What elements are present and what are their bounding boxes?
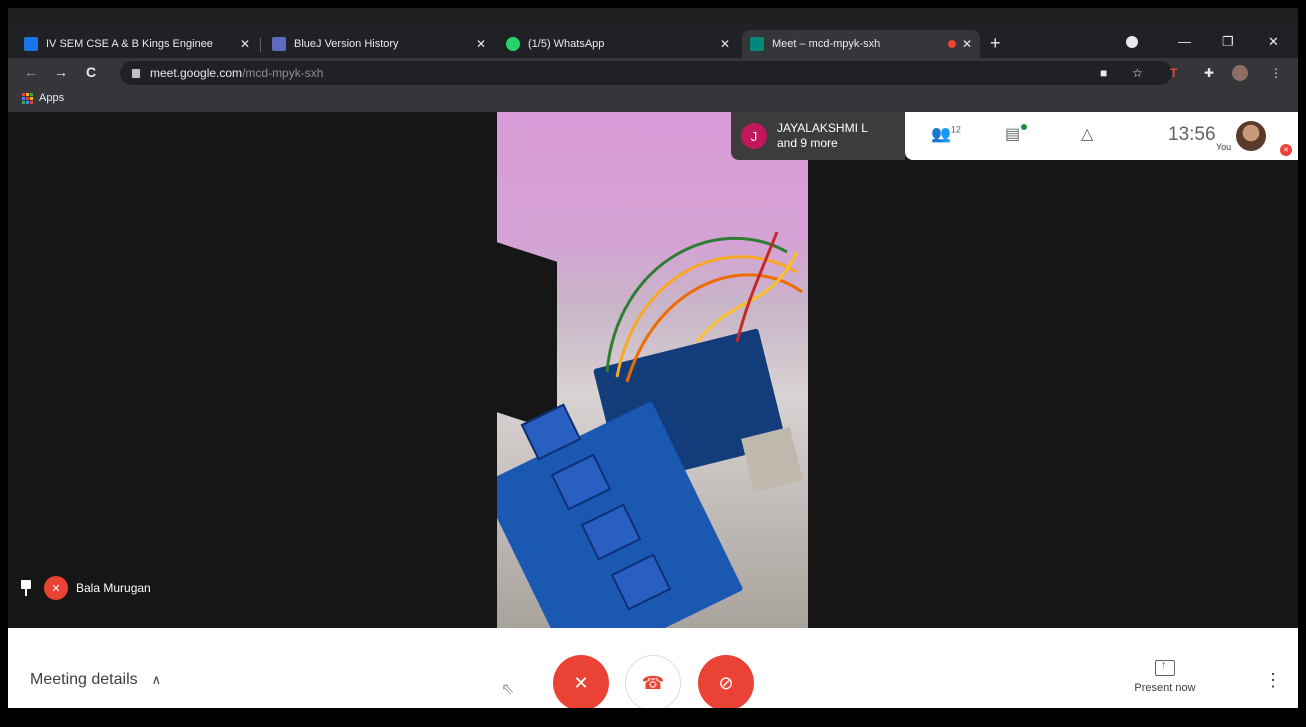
tab-kings-engineering[interactable]: IV SEM CSE A & B Kings Enginee ✕ [16, 30, 258, 58]
activities-icon[interactable]: △ [1081, 124, 1093, 144]
meeting-details-button[interactable]: Meeting details ∧ [30, 671, 161, 689]
window-close-button[interactable]: ✕ [1268, 34, 1279, 50]
present-screen-icon [1155, 659, 1175, 676]
star-icon[interactable]: ☆ [1132, 66, 1143, 80]
participant-name: Bala Murugan [76, 581, 151, 595]
mic-off-badge-icon: ✕ [1280, 144, 1292, 156]
meet-stage: ✕ Bala Murugan J JAYALAKSHMI L and 9 mor… [8, 112, 1298, 628]
back-button[interactable]: ← [24, 64, 38, 80]
participant-avatar: J [741, 123, 767, 149]
tab-divider [260, 38, 261, 52]
present-now-button[interactable]: Present now [1120, 659, 1210, 694]
meet-bottom-bar: Meeting details ∧ ⇖ ✕ ☎ ⊘ Present now ⋮ [8, 628, 1298, 716]
bluej-favicon-icon [272, 37, 286, 51]
browser-window: IV SEM CSE A & B Kings Enginee ✕ BlueJ V… [8, 8, 1298, 718]
hang-up-icon: ☎ [641, 672, 665, 693]
profile-dot-icon[interactable] [1126, 36, 1138, 48]
chat-notification-dot [1021, 124, 1027, 130]
reload-button[interactable]: C [86, 64, 96, 80]
more-options-icon[interactable]: ⋮ [1264, 670, 1282, 691]
close-icon[interactable]: ✕ [240, 37, 250, 51]
url-host: meet.google.com [150, 66, 243, 80]
recording-dot-icon [947, 40, 956, 48]
jumper-wires-shape [605, 231, 803, 383]
participant-name-tag: ✕ Bala Murugan [20, 576, 151, 600]
toggle-mic-button[interactable]: ✕ [553, 655, 609, 711]
apps-grid-icon [22, 92, 33, 104]
camera-off-icon: ⊘ [718, 672, 734, 693]
menu-icon[interactable]: ⋮ [1270, 66, 1282, 80]
tab-bluej-version-history[interactable]: BlueJ Version History ✕ [264, 30, 494, 58]
tab-google-meet[interactable]: Meet – mcd-mpyk-sxh ✕ [742, 30, 980, 58]
minimize-button[interactable]: — [1178, 34, 1191, 49]
mic-off-icon: ✕ [573, 672, 589, 693]
camera-icon[interactable]: ■ [1100, 66, 1107, 80]
people-icon[interactable]: 👥12 [931, 124, 961, 144]
restore-button[interactable]: ❐ [1222, 34, 1234, 50]
tab-whatsapp[interactable]: (1/5) WhatsApp ✕ [498, 30, 738, 58]
meet-top-bar: 👥12 ▤ △ 13:56 You ✕ [905, 112, 1298, 160]
classroom-favicon-icon [24, 37, 38, 51]
new-tab-button[interactable]: + [990, 34, 1001, 52]
url-path: /mcd-mpyk-sxh [242, 66, 324, 80]
bookmarks-bar: Apps [8, 88, 1298, 112]
self-avatar[interactable] [1236, 121, 1266, 151]
puzzle-icon[interactable]: ✚ [1204, 66, 1214, 80]
address-bar[interactable]: meet.google.com /mcd-mpyk-sxh [120, 61, 1172, 85]
leave-call-button[interactable]: ☎ [625, 655, 681, 711]
chevron-up-icon: ∧ [151, 672, 162, 687]
tab-strip: IV SEM CSE A & B Kings Enginee ✕ BlueJ V… [8, 22, 1298, 58]
toggle-camera-button[interactable]: ⊘ [698, 655, 754, 711]
you-label: You [1216, 142, 1232, 152]
close-icon[interactable]: ✕ [720, 37, 730, 51]
close-icon[interactable]: ✕ [476, 37, 486, 51]
extension-icon[interactable]: T [1170, 66, 1177, 80]
apps-bookmark[interactable]: Apps [22, 92, 64, 104]
joined-name: JAYALAKSHMI L [777, 121, 868, 135]
forward-button[interactable]: → [54, 64, 68, 80]
top-border [0, 0, 1306, 8]
chat-icon[interactable]: ▤ [1005, 124, 1020, 144]
people-count: 12 [950, 124, 961, 135]
profile-icon[interactable] [1232, 65, 1248, 81]
browser-toolbar: ← → C meet.google.com /mcd-mpyk-sxh ■ ☆ … [8, 58, 1298, 88]
meet-favicon-icon [750, 37, 764, 51]
lock-icon [132, 68, 140, 78]
close-icon[interactable]: ✕ [962, 37, 972, 51]
bottom-border [0, 708, 1306, 727]
mouse-cursor-icon: ⇖ [501, 681, 515, 698]
meeting-clock: 13:56 [1168, 124, 1216, 145]
participant-video [497, 112, 808, 628]
pin-icon[interactable] [20, 580, 32, 596]
participants-joined-chip[interactable]: J JAYALAKSHMI L and 9 more [731, 112, 905, 160]
mic-off-icon: ✕ [44, 576, 68, 600]
joined-more: and 9 more [777, 136, 838, 150]
whatsapp-favicon-icon [506, 37, 520, 51]
